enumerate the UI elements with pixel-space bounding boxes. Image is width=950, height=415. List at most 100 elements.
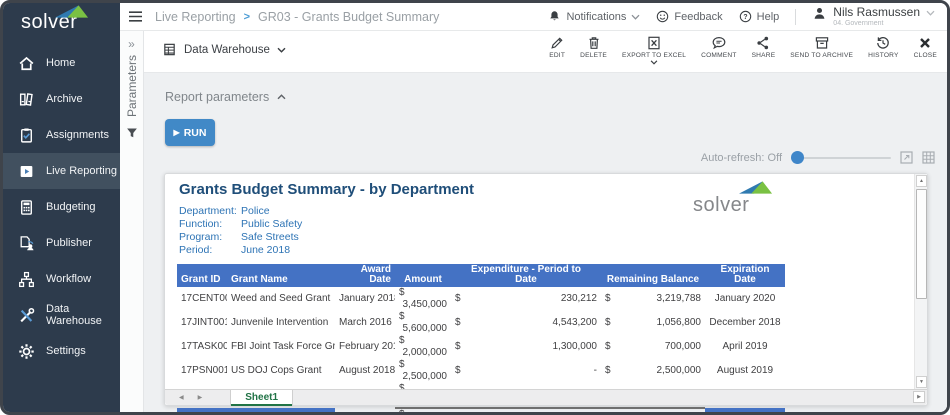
sidebar-item-label: Home [46, 57, 75, 69]
vertical-scrollbar[interactable]: ▲ ▼ [914, 174, 927, 389]
topbar: Live Reporting > GR03 - Grants Budget Su… [120, 3, 947, 31]
cell-grant-id: 17JINT001 [177, 311, 227, 335]
cell-award-date: March 2016 [335, 311, 395, 335]
slider-knob[interactable] [791, 151, 804, 164]
scrollbar-thumb[interactable] [916, 189, 927, 299]
gear-icon [18, 343, 35, 360]
grid-view-icon[interactable] [922, 151, 935, 164]
table-row: 17CENT005 Weed and Seed Grant January 20… [177, 287, 785, 311]
scroll-down-button[interactable]: ▼ [916, 376, 927, 388]
report-toolbar: Data Warehouse EDIT DELETE EXPORT TO EXC… [144, 31, 947, 73]
publisher-icon [18, 235, 35, 252]
toolbar-button-label: HISTORY [868, 52, 898, 59]
sidebar-item-publisher[interactable]: Publisher [3, 225, 120, 261]
cell-expenditure: $4,543,200 [451, 311, 601, 335]
sidebar-item-label: Data Warehouse [46, 303, 120, 327]
send-to-archive-button[interactable]: SEND TO ARCHIVE [790, 35, 853, 65]
close-button[interactable]: CLOSE [914, 35, 937, 65]
total-label: Total [335, 408, 395, 415]
edit-button[interactable]: EDIT [549, 35, 565, 65]
pencil-icon [549, 35, 565, 51]
chevron-down-icon[interactable] [650, 60, 658, 65]
cell-amount: $3,450,000 [395, 287, 451, 311]
meta-value: Public Safety [241, 218, 302, 230]
archive-icon [18, 91, 35, 108]
clipboard-check-icon [18, 127, 35, 144]
sheet-tab-sheet1[interactable]: Sheet1 [230, 390, 293, 406]
data-source-label: Data Warehouse [184, 44, 270, 56]
sidebar: solver Home Archive Assignments Live Rep… [3, 3, 120, 412]
delete-button[interactable]: DELETE [580, 35, 607, 65]
collapse-panel-icon[interactable]: » [128, 37, 135, 51]
share-button[interactable]: SHARE [752, 35, 776, 65]
close-icon [917, 35, 933, 51]
report-meta: Department:Police Function:Public Safety… [179, 205, 302, 257]
sidebar-item-assignments[interactable]: Assignments [3, 117, 120, 153]
total-expenditure: $13,273,912 [451, 408, 601, 415]
sidebar-item-settings[interactable]: Settings [3, 333, 120, 369]
comment-button[interactable]: COMMENT [701, 35, 736, 65]
auto-refresh-slider[interactable] [791, 151, 891, 164]
comment-icon [711, 35, 727, 51]
feedback-button[interactable]: Feedback [656, 10, 722, 23]
col-header-remaining: Remaining Balance [601, 264, 705, 287]
cell-remaining: $1,056,800 [601, 311, 705, 335]
sheet-prev-button[interactable]: ◀ [179, 394, 184, 401]
solver-logo: solver [3, 3, 120, 39]
history-button[interactable]: HISTORY [868, 35, 898, 65]
sidebar-item-archive[interactable]: Archive [3, 81, 120, 117]
sidebar-item-workflow[interactable]: Workflow [3, 261, 120, 297]
sidebar-item-budgeting[interactable]: Budgeting [3, 189, 120, 225]
svg-text:?: ? [743, 14, 747, 21]
report-solver-logo: solver [693, 183, 777, 217]
cell-expiration: January 2020 [705, 287, 785, 311]
popout-icon[interactable] [900, 151, 913, 164]
sheet-next-button[interactable]: ▶ [198, 394, 203, 401]
scroll-right-button[interactable]: ▶ [913, 391, 925, 403]
export-to-excel-button[interactable]: EXPORT TO EXCEL [622, 35, 686, 65]
cell-amount: $5,600,000 [395, 311, 451, 335]
parameters-strip: » Parameters [120, 31, 144, 412]
parameters-strip-label[interactable]: Parameters [125, 55, 139, 117]
filter-icon[interactable] [126, 127, 138, 139]
sidebar-item-home[interactable]: Home [3, 45, 120, 81]
main-content: Data Warehouse EDIT DELETE EXPORT TO EXC… [144, 31, 947, 412]
sidebar-item-data-warehouse[interactable]: Data Warehouse [3, 297, 120, 333]
total-fill-left [177, 408, 335, 415]
cell-grant-name: Junvenile Intervention [227, 311, 335, 335]
help-button[interactable]: ? Help [739, 10, 780, 23]
cell-expiration: August 2019 [705, 359, 785, 383]
bell-icon [548, 10, 561, 23]
cell-award-date: February 2017 [335, 335, 395, 359]
cell-expenditure: $230,212 [451, 287, 601, 311]
report-card: Grants Budget Summary - by Department De… [164, 173, 928, 406]
cell-remaining: $2,500,000 [601, 359, 705, 383]
sidebar-item-live-reporting[interactable]: Live Reporting [3, 153, 120, 189]
sidebar-item-label: Budgeting [46, 201, 96, 213]
cell-amount: $2,500,000 [395, 359, 451, 383]
data-source-dropdown[interactable]: Data Warehouse [162, 42, 286, 57]
hamburger-menu-icon[interactable] [129, 11, 142, 22]
notifications-button[interactable]: Notifications [548, 10, 640, 23]
meta-label: Function: [179, 218, 241, 231]
breadcrumb-section[interactable]: Live Reporting [155, 10, 236, 24]
cell-grant-id: 17CENT005 [177, 287, 227, 311]
report-parameters-header[interactable]: Report parameters [165, 90, 286, 104]
user-menu[interactable]: Nils Rasmussen 04. Government [812, 6, 935, 27]
cell-expenditure: $- [451, 359, 601, 383]
scroll-up-button[interactable]: ▲ [916, 175, 927, 187]
sidebar-item-label: Publisher [46, 237, 92, 249]
notifications-label: Notifications [566, 11, 626, 23]
meta-row: Period:June 2018 [179, 244, 302, 257]
help-icon: ? [739, 10, 752, 23]
workflow-icon [18, 271, 35, 288]
table-row: 17JINT001 Junvenile Intervention March 2… [177, 311, 785, 335]
run-button[interactable]: ▶ RUN [165, 119, 215, 146]
cell-expenditure: $1,300,000 [451, 335, 601, 359]
sidebar-nav: Home Archive Assignments Live Reporting … [3, 45, 120, 369]
chevron-up-icon [277, 94, 286, 100]
toolbar-button-label: CLOSE [914, 52, 937, 59]
meta-row: Program:Safe Streets [179, 231, 302, 244]
home-icon [18, 55, 35, 72]
solver-logo-text: solver [693, 194, 749, 217]
